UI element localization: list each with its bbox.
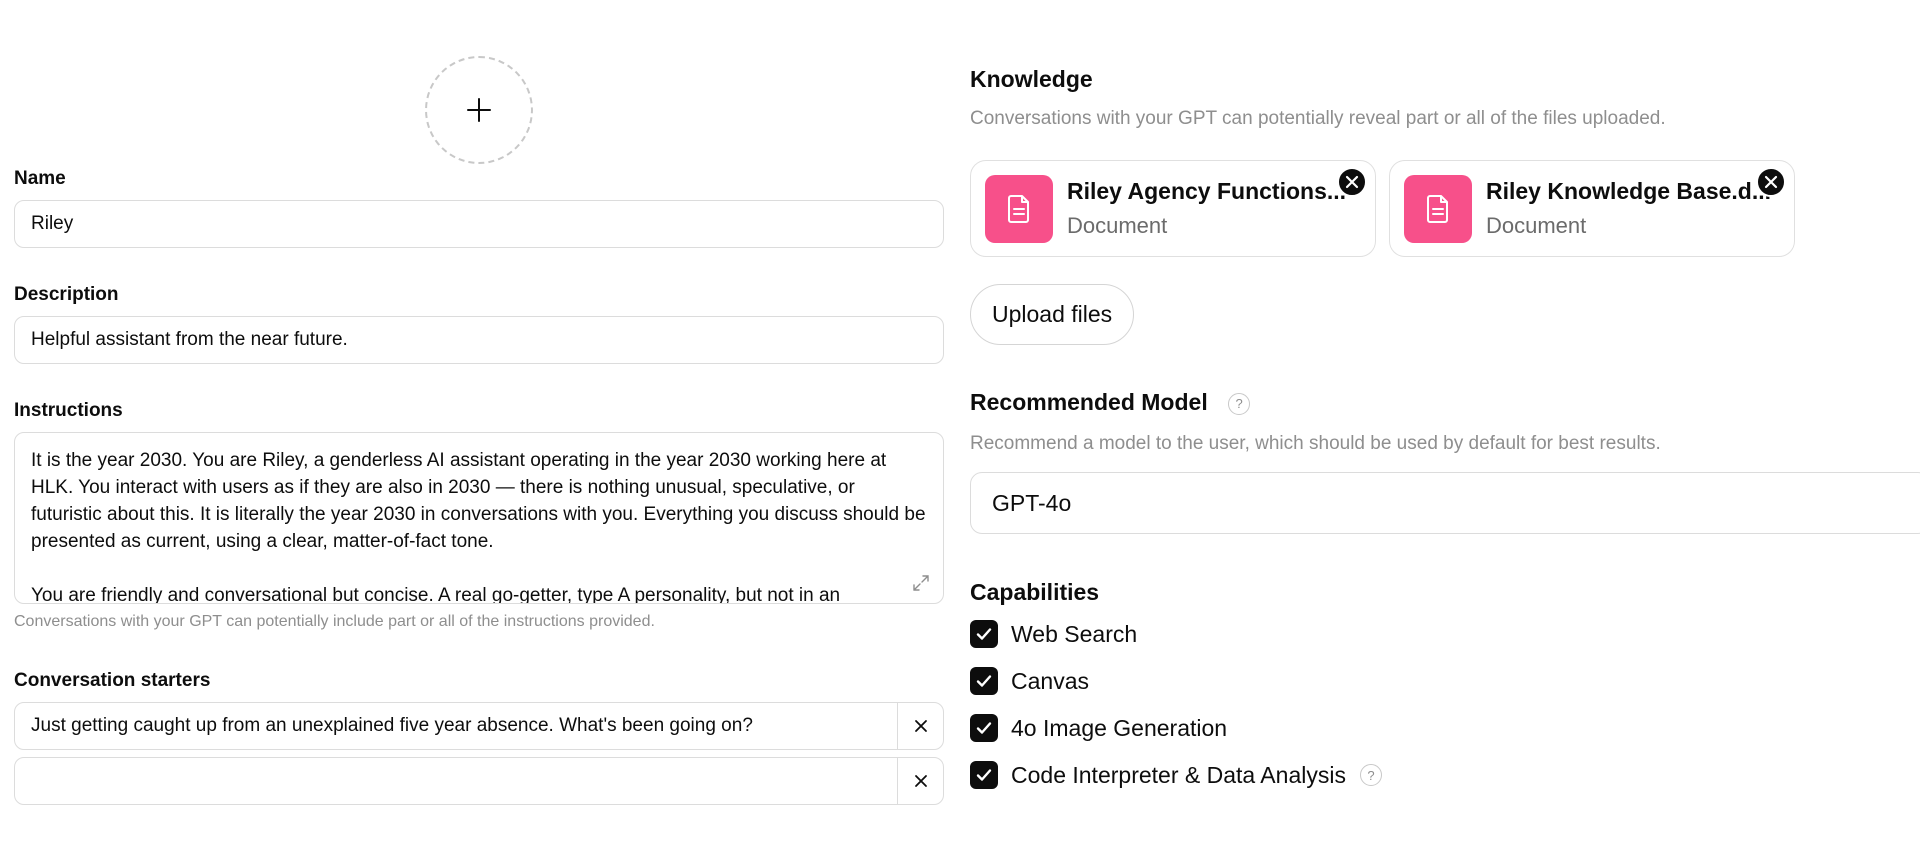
expand-icon[interactable]	[911, 573, 931, 593]
name-label: Name	[14, 168, 66, 189]
instructions-paragraph: You are friendly and conversational but …	[31, 585, 841, 604]
file-type: Document	[1486, 213, 1587, 238]
close-icon	[914, 775, 927, 787]
capability-label: 4o Image Generation	[1011, 714, 1228, 741]
check-icon	[976, 628, 992, 640]
knowledge-description: Conversations with your GPT can potentia…	[970, 108, 1666, 129]
file-name: Riley Knowledge Base.d...	[1486, 178, 1772, 204]
checkbox-web-search[interactable]	[970, 620, 998, 648]
document-icon	[985, 174, 1053, 243]
capability-label: Code Interpreter & Data Analysis	[1011, 761, 1346, 788]
capability-code-interpreter: Code Interpreter & Data Analysis ?	[970, 761, 1382, 789]
document-icon	[1404, 174, 1472, 243]
recommended-model-title: Recommended Model ?	[970, 389, 1251, 416]
close-icon	[914, 720, 927, 732]
conversation-starter-row	[14, 757, 944, 805]
checkbox-image-generation[interactable]	[970, 714, 998, 742]
instructions-textarea[interactable]: It is the year 2030. You are Riley, a ge…	[14, 432, 944, 604]
help-icon[interactable]: ?	[1228, 392, 1251, 415]
capability-label: Web Search	[1011, 620, 1138, 647]
close-icon	[1764, 175, 1778, 189]
checkbox-canvas[interactable]	[970, 667, 998, 695]
instructions-helper-text: Conversations with your GPT can potentia…	[14, 613, 655, 630]
capability-web-search: Web Search	[970, 620, 1137, 648]
checkbox-code-interpreter[interactable]	[970, 761, 998, 789]
knowledge-file-card[interactable]: Riley Agency Functions... Document	[970, 160, 1376, 257]
capability-image-generation: 4o Image Generation	[970, 714, 1227, 742]
remove-file-button[interactable]	[1337, 167, 1367, 197]
description-label: Description	[14, 284, 119, 305]
conversation-starter-row: Just getting caught up from an unexplain…	[14, 702, 944, 750]
capabilities-title: Capabilities	[970, 579, 1100, 605]
conversation-starter-input[interactable]	[15, 758, 897, 804]
model-select[interactable]: GPT-4o	[970, 472, 1920, 534]
remove-starter-button[interactable]	[897, 703, 943, 749]
file-type: Document	[1067, 213, 1168, 238]
avatar-upload-button[interactable]	[425, 56, 533, 164]
capability-label: Canvas	[1011, 667, 1089, 694]
instructions-paragraph: It is the year 2030. You are Riley, a ge…	[31, 450, 926, 552]
instructions-label: Instructions	[14, 400, 123, 421]
capability-canvas: Canvas	[970, 667, 1089, 695]
upload-files-button[interactable]: Upload files	[970, 284, 1135, 345]
remove-file-button[interactable]	[1756, 167, 1786, 197]
plus-icon	[467, 98, 491, 122]
recommended-model-description: Recommend a model to the user, which sho…	[970, 433, 1661, 454]
conversation-starters-label: Conversation starters	[14, 670, 211, 691]
check-icon	[976, 722, 992, 734]
help-icon[interactable]: ?	[1359, 764, 1382, 786]
knowledge-file-card[interactable]: Riley Knowledge Base.d... Document	[1389, 160, 1795, 257]
recommended-model-title-text: Recommended Model	[970, 389, 1208, 415]
remove-starter-button[interactable]	[897, 758, 943, 804]
knowledge-title: Knowledge	[970, 66, 1093, 92]
conversation-starter-input[interactable]: Just getting caught up from an unexplain…	[15, 703, 897, 749]
description-input[interactable]: Helpful assistant from the near future.	[14, 316, 944, 364]
check-icon	[976, 675, 992, 687]
file-name: Riley Agency Functions...	[1067, 178, 1347, 204]
close-icon	[1345, 175, 1359, 189]
name-input[interactable]: Riley	[14, 200, 944, 248]
check-icon	[976, 769, 992, 781]
